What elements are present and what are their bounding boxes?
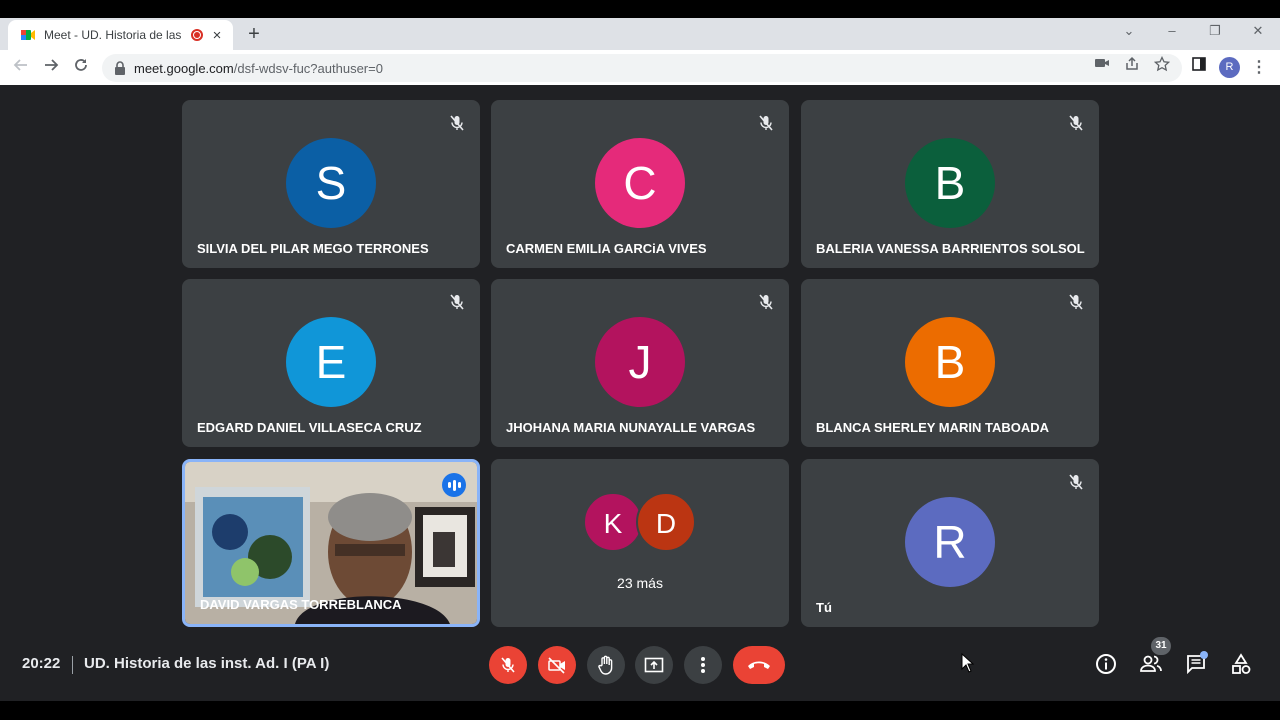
participant-name: CARMEN EMILIA GARCiA VIVES <box>506 241 707 256</box>
browser-menu-icon[interactable]: ⋮ <box>1251 57 1267 78</box>
mouse-cursor-icon <box>961 653 975 673</box>
participant-tile[interactable]: B BLANCA SHERLEY MARIN TABOADA <box>801 279 1099 447</box>
participant-tile[interactable]: E EDGARD DANIEL VILLASECA CRUZ <box>182 279 480 447</box>
url-path: /dsf-wdsv-fuc?authuser=0 <box>233 60 383 76</box>
browser-tab-bar: Meet - UD. Historia de las in × + ⌄ – ❐ … <box>0 18 1280 50</box>
hand-icon <box>598 655 613 675</box>
other-avatar: D <box>636 492 696 552</box>
restore-icon[interactable]: ❐ <box>1205 23 1225 39</box>
participant-avatar: B <box>905 317 995 407</box>
bookmark-star-icon[interactable] <box>1153 55 1171 74</box>
present-icon <box>644 657 664 673</box>
participant-tile[interactable]: J JHOHANA MARIA NUNAYALLE VARGAS <box>491 279 789 447</box>
browser-tab-meet[interactable]: Meet - UD. Historia de las in × <box>8 20 233 50</box>
participant-tile[interactable]: B BALERIA VANESSA BARRIENTOS SOLSOL <box>801 100 1099 268</box>
participant-name: EDGARD DANIEL VILLASECA CRUZ <box>197 420 422 435</box>
mic-off-icon <box>450 294 464 310</box>
share-icon[interactable] <box>1123 56 1141 74</box>
raise-hand-button[interactable] <box>587 646 625 684</box>
side-panel-icon[interactable] <box>1190 56 1208 74</box>
meeting-title: UD. Historia de las inst. Ad. I (PA I) <box>84 655 330 672</box>
address-bar[interactable]: meet.google.com/dsf-wdsv-fuc?authuser=0 <box>102 54 1182 82</box>
more-options-button[interactable] <box>684 646 722 684</box>
minimize-icon[interactable]: – <box>1162 23 1182 38</box>
url-text: meet.google.com/dsf-wdsv-fuc?authuser=0 <box>134 61 383 76</box>
recording-indicator-icon <box>191 29 203 41</box>
mic-off-icon <box>1069 115 1083 131</box>
activities-icon <box>1232 653 1251 674</box>
others-count: 23 más <box>617 575 663 591</box>
profile-avatar[interactable]: R <box>1219 57 1240 78</box>
speaking-indicator-icon <box>442 473 466 497</box>
participant-avatar: B <box>905 138 995 228</box>
present-screen-button[interactable] <box>635 646 673 684</box>
participant-name: BALERIA VANESSA BARRIENTOS SOLSOL <box>816 241 1085 256</box>
url-host: meet.google.com <box>134 60 234 76</box>
participant-name: SILVIA DEL PILAR MEGO TERRONES <box>197 241 429 256</box>
mic-off-icon <box>450 115 464 131</box>
screen: Meet - UD. Historia de las in × + ⌄ – ❐ … <box>0 0 1280 720</box>
camera-toggle-button[interactable] <box>538 646 576 684</box>
camera-off-icon <box>548 657 565 674</box>
mic-off-icon <box>501 657 515 673</box>
meet-call-area: S SILVIA DEL PILAR MEGO TERRONES C CARME… <box>0 85 1280 701</box>
participant-tile[interactable]: S SILVIA DEL PILAR MEGO TERRONES <box>182 100 480 268</box>
meeting-clock: 20:22 <box>22 655 61 672</box>
mic-off-icon <box>1069 474 1083 490</box>
back-icon[interactable] <box>10 57 32 79</box>
window-close-icon[interactable]: ✕ <box>1248 23 1268 39</box>
others-tile[interactable]: K D 23 más <box>491 459 789 627</box>
camera-in-use-icon[interactable] <box>1093 56 1111 74</box>
self-avatar: R <box>905 497 995 587</box>
microphone-toggle-button[interactable] <box>489 646 527 684</box>
forward-icon[interactable] <box>40 57 62 79</box>
participant-avatar: S <box>286 138 376 228</box>
participant-tile[interactable]: C CARMEN EMILIA GARCiA VIVES <box>491 100 789 268</box>
participant-name: JHOHANA MARIA NUNAYALLE VARGAS <box>506 420 756 435</box>
meeting-details-button[interactable] <box>1093 651 1119 677</box>
browser-toolbar: meet.google.com/dsf-wdsv-fuc?authuser=0 … <box>0 50 1280 85</box>
reload-icon[interactable] <box>70 57 92 79</box>
self-tile[interactable]: R Tú <box>801 459 1099 627</box>
info-icon <box>1096 654 1116 674</box>
lock-icon[interactable] <box>114 61 126 75</box>
speaker-video-tile[interactable]: DAVID VARGAS TORREBLANCA <box>182 459 480 627</box>
chat-notification-dot <box>1200 651 1208 659</box>
mic-off-icon <box>759 294 773 310</box>
people-count-badge: 31 <box>1151 637 1171 655</box>
leave-call-button[interactable] <box>733 646 785 684</box>
self-name: Tú <box>816 600 832 615</box>
tab-title: Meet - UD. Historia de las in <box>44 28 185 42</box>
participant-avatar: J <box>595 317 685 407</box>
participant-avatar: E <box>286 317 376 407</box>
participant-avatar: C <box>595 138 685 228</box>
divider <box>72 656 73 674</box>
activities-button[interactable] <box>1228 651 1254 677</box>
new-tab-button[interactable]: + <box>243 22 265 46</box>
tab-search-icon[interactable]: ⌄ <box>1119 23 1139 39</box>
people-icon <box>1140 655 1162 672</box>
other-avatar: K <box>583 492 643 552</box>
meet-logo-icon <box>21 30 35 40</box>
speaker-name: DAVID VARGAS TORREBLANCA <box>200 597 402 612</box>
mic-off-icon <box>759 115 773 131</box>
tab-close-icon[interactable]: × <box>209 27 225 44</box>
more-vert-icon <box>701 657 705 673</box>
participant-name: BLANCA SHERLEY MARIN TABOADA <box>816 420 1050 435</box>
mic-off-icon <box>1069 294 1083 310</box>
hang-up-icon <box>748 661 770 669</box>
